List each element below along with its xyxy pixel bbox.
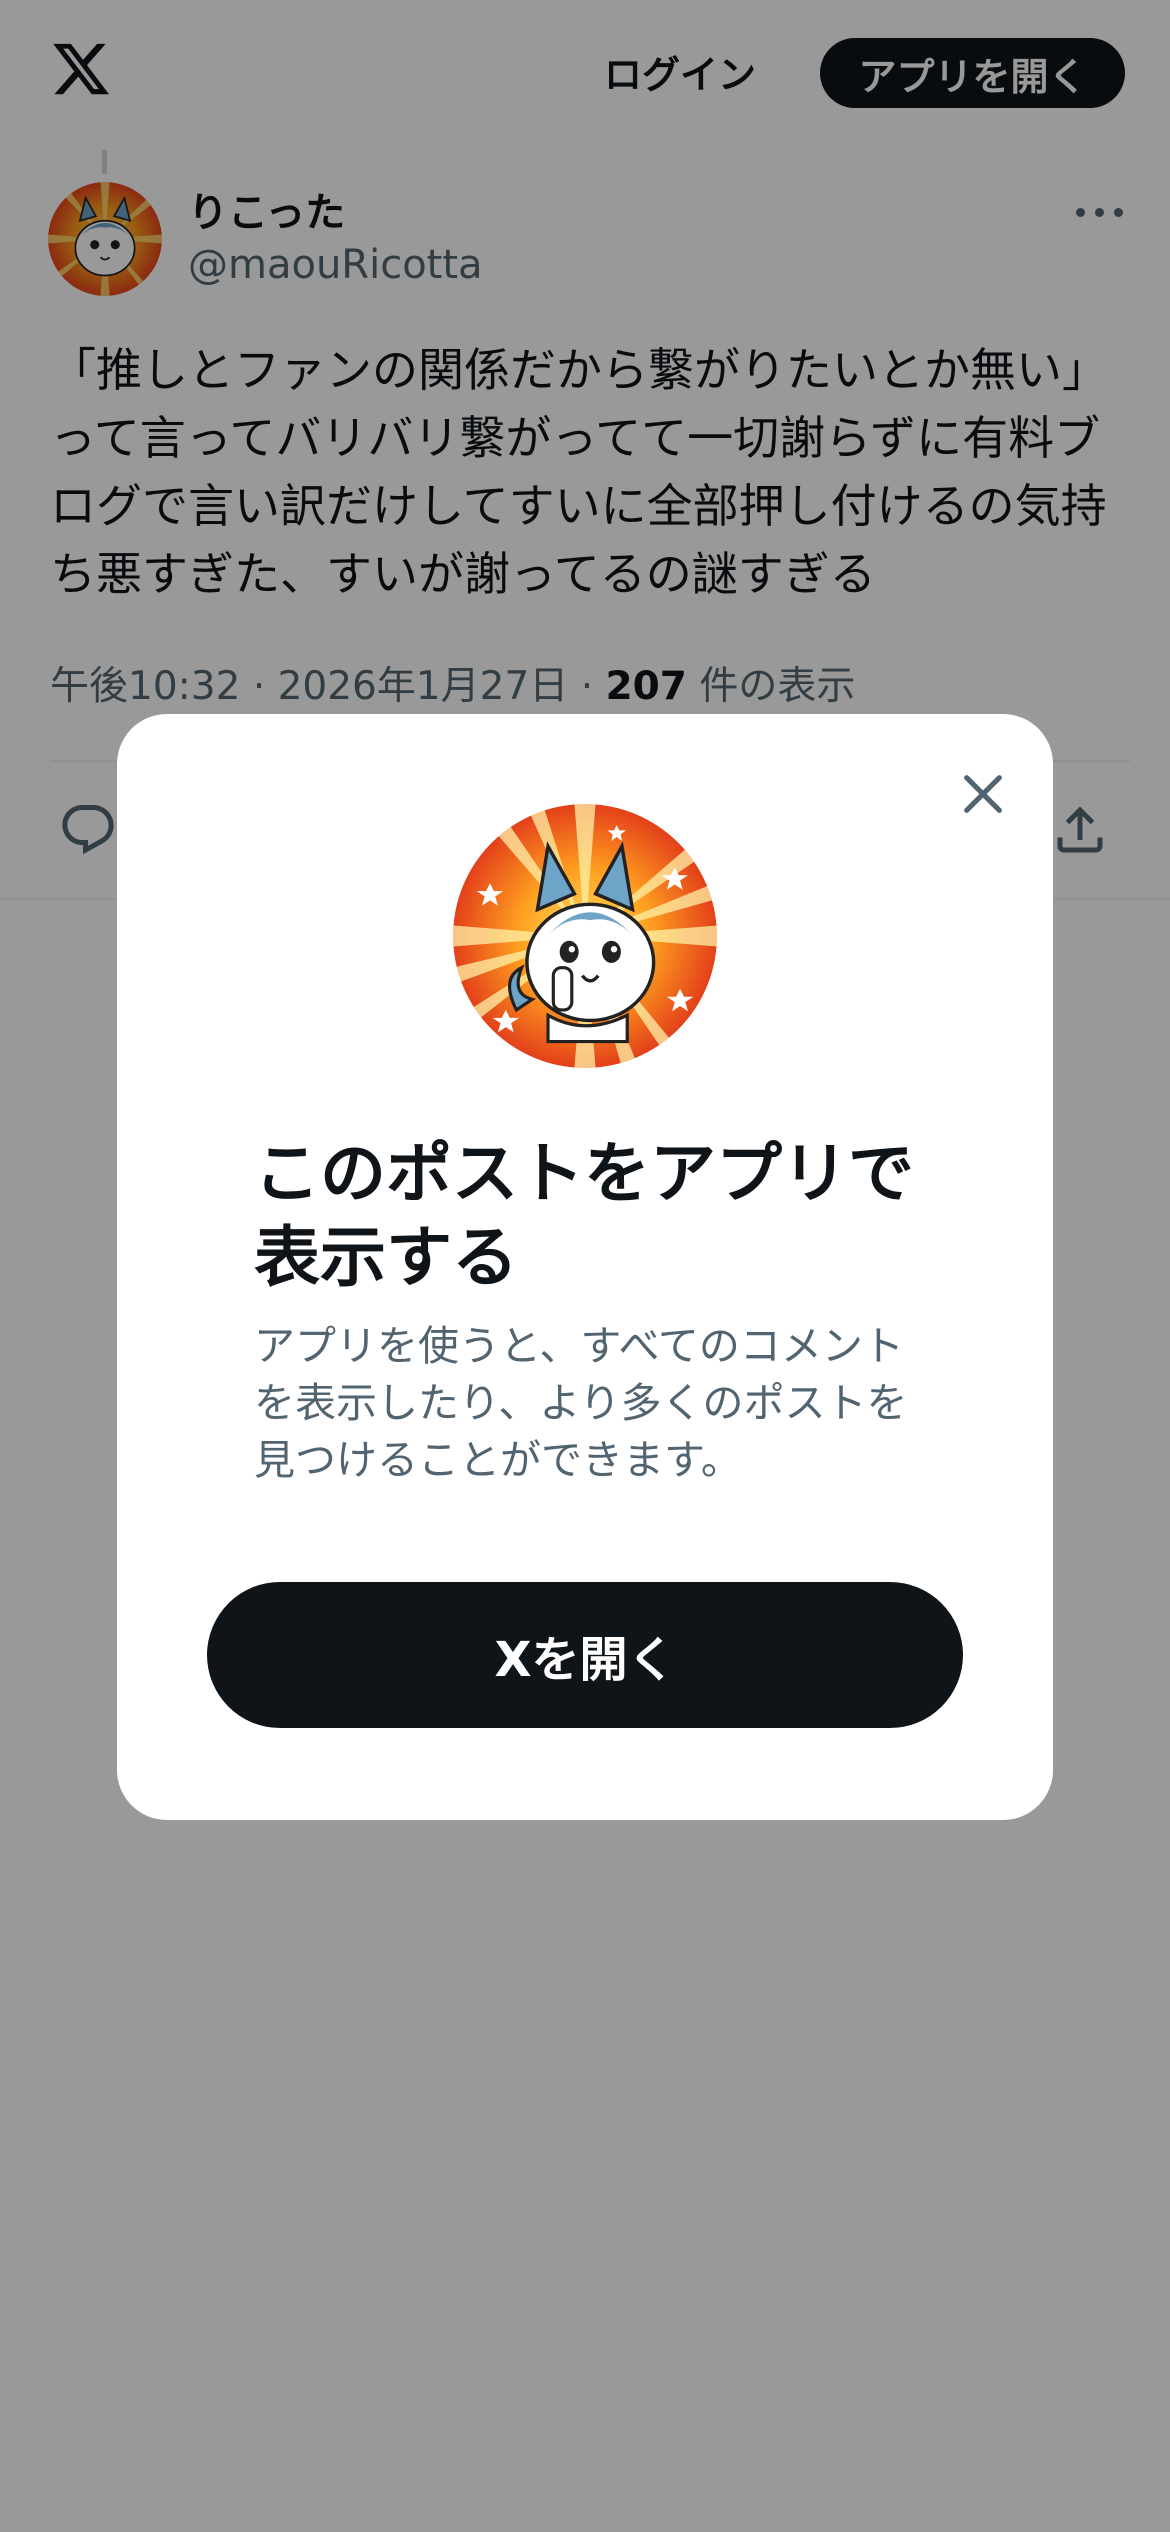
- dialog-description: アプリを使うと、すべてのコメントを表示したり、より多くのポストを見つけることがで…: [254, 1322, 908, 1484]
- close-icon[interactable]: [955, 766, 1011, 822]
- avatar-image-icon: [453, 804, 717, 1068]
- avatar: [453, 804, 717, 1068]
- page: ログイン アプリを開く りこった @maouRicotta 「推しとファンの関係…: [0, 0, 1170, 2532]
- dialog-title: このポストをアプリで表示する: [254, 1135, 914, 1296]
- open-in-app-dialog: このポストをアプリで表示する アプリを使うと、すべてのコメントを表示したり、より…: [117, 714, 1053, 1820]
- open-x-button[interactable]: Xを開く: [207, 1582, 963, 1728]
